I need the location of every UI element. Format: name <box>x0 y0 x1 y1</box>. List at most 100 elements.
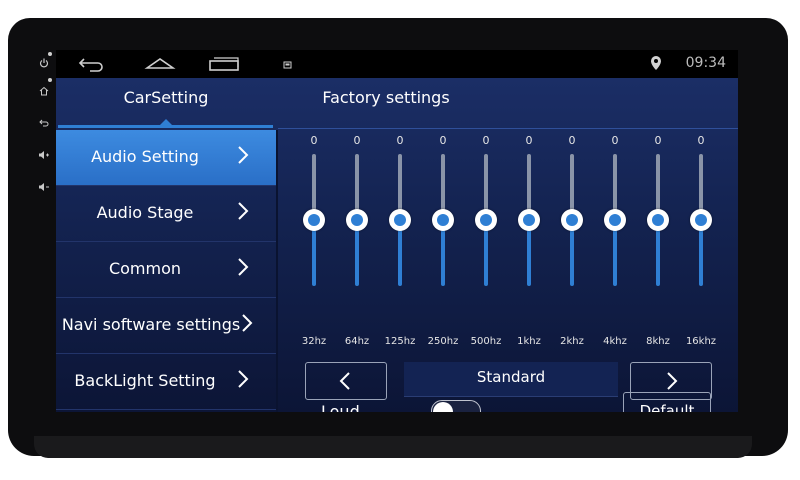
chevron-right-icon <box>236 200 250 222</box>
eq-band-value: 0 <box>482 134 490 147</box>
tab-car-setting[interactable]: CarSetting <box>56 88 276 107</box>
eq-band-2khz[interactable]: 0 <box>552 130 592 300</box>
eq-band-8khz[interactable]: 0 <box>638 130 678 300</box>
screenshot-icon <box>282 54 294 74</box>
eq-band-value: 0 <box>439 134 447 147</box>
chevron-left-icon <box>338 370 352 396</box>
loud-toggle[interactable] <box>431 400 481 412</box>
eq-slider-knob[interactable] <box>690 209 712 231</box>
menu-item-label: Audio Setting <box>91 147 199 166</box>
device-bezel-bottom <box>34 436 752 458</box>
eq-slider-knob[interactable] <box>475 209 497 231</box>
led-indicator <box>48 78 52 82</box>
screen: 09:34 CarSetting Factory settings Audio … <box>56 50 738 412</box>
chevron-right-icon <box>240 312 254 334</box>
loud-label: Loud <box>321 402 360 412</box>
settings-menu: Audio Setting Audio Stage Common Navi so… <box>56 130 276 412</box>
eq-track-upper <box>398 154 402 212</box>
eq-track-lower <box>441 226 445 286</box>
location-pin-icon <box>648 54 664 74</box>
eq-track-upper <box>484 154 488 212</box>
eq-band-1khz[interactable]: 0 <box>509 130 549 300</box>
eq-band-500hz[interactable]: 0 <box>466 130 506 300</box>
eq-track-lower <box>355 226 359 286</box>
eq-track-upper <box>656 154 660 212</box>
eq-band-250hz[interactable]: 0 <box>423 130 463 300</box>
menu-item-backlight-setting[interactable]: BackLight Setting <box>56 354 276 410</box>
eq-track-upper <box>441 154 445 212</box>
eq-track-upper <box>312 154 316 212</box>
eq-freq-label: 64hz <box>344 336 370 347</box>
tab-bar: CarSetting Factory settings <box>56 78 738 130</box>
eq-slider-knob[interactable] <box>647 209 669 231</box>
eq-slider-knob[interactable] <box>303 209 325 231</box>
clock-time: 09:34 <box>685 55 726 71</box>
menu-item-navi-software-settings[interactable]: Navi software settings <box>56 298 276 354</box>
eq-track-lower <box>527 226 531 286</box>
eq-slider-knob[interactable] <box>518 209 540 231</box>
main-content: CarSetting Factory settings Audio Settin… <box>56 78 738 412</box>
eq-band-32hz[interactable]: 0 <box>294 130 334 300</box>
tab-divider-line <box>278 128 738 129</box>
volume-down-icon[interactable] <box>36 182 52 195</box>
eq-band-value: 0 <box>654 134 662 147</box>
eq-freq-label: 16khz <box>685 336 717 347</box>
back-icon[interactable] <box>36 118 52 131</box>
toggle-knob <box>433 402 453 412</box>
eq-band-value: 0 <box>310 134 318 147</box>
eq-track-lower <box>570 226 574 286</box>
home-icon[interactable] <box>144 54 176 74</box>
eq-freq-label: 1khz <box>517 336 541 347</box>
eq-band-value: 0 <box>525 134 533 147</box>
eq-freq-label: 8khz <box>646 336 670 347</box>
eq-band-16khz[interactable]: 0 <box>681 130 721 300</box>
eq-band-125hz[interactable]: 0 <box>380 130 420 300</box>
preset-prev-button[interactable] <box>305 362 387 400</box>
eq-track-lower <box>312 226 316 286</box>
menu-item-label: Navi software settings <box>61 315 241 334</box>
power-icon[interactable] <box>36 58 52 71</box>
eq-track-lower <box>613 226 617 286</box>
eq-slider-knob[interactable] <box>389 209 411 231</box>
eq-band-64hz[interactable]: 0 <box>337 130 377 300</box>
eq-freq-label: 125hz <box>384 336 416 347</box>
eq-slider-knob[interactable] <box>604 209 626 231</box>
menu-item-label: Audio Stage <box>96 203 194 222</box>
menu-item-label: BackLight Setting <box>74 371 216 390</box>
eq-freq-label: 4khz <box>603 336 627 347</box>
eq-track-lower <box>484 226 488 286</box>
eq-band-value: 0 <box>568 134 576 147</box>
eq-track-lower <box>699 226 703 286</box>
eq-track-lower <box>398 226 402 286</box>
eq-slider-knob[interactable] <box>432 209 454 231</box>
recent-apps-icon[interactable] <box>206 54 242 74</box>
default-button[interactable]: Default <box>623 392 711 412</box>
eq-track-lower <box>656 226 660 286</box>
eq-band-value: 0 <box>697 134 705 147</box>
led-indicator <box>48 52 52 56</box>
eq-track-upper <box>613 154 617 212</box>
volume-up-icon[interactable] <box>36 150 52 163</box>
eq-track-upper <box>699 154 703 212</box>
eq-slider-knob[interactable] <box>346 209 368 231</box>
home-icon[interactable] <box>36 86 52 99</box>
menu-item-common[interactable]: Common <box>56 242 276 298</box>
eq-band-4khz[interactable]: 0 <box>595 130 635 300</box>
equalizer: 0 0 0 0 0 0 0 0 0 0 <box>286 130 738 300</box>
eq-band-value: 0 <box>611 134 619 147</box>
menu-divider <box>276 130 278 412</box>
eq-track-upper <box>570 154 574 212</box>
preset-name: Standard <box>404 362 618 397</box>
eq-track-upper <box>527 154 531 212</box>
tab-factory-settings[interactable]: Factory settings <box>306 88 466 107</box>
menu-item-audio-stage[interactable]: Audio Stage <box>56 186 276 242</box>
chevron-right-icon <box>236 144 250 166</box>
status-bar: 09:34 <box>56 50 738 78</box>
chevron-right-icon <box>236 256 250 278</box>
eq-freq-label: 2khz <box>560 336 584 347</box>
eq-freq-label: 250hz <box>427 336 459 347</box>
eq-slider-knob[interactable] <box>561 209 583 231</box>
back-arrow-icon[interactable] <box>78 54 106 74</box>
eq-band-value: 0 <box>396 134 404 147</box>
menu-item-audio-setting[interactable]: Audio Setting <box>56 130 276 186</box>
